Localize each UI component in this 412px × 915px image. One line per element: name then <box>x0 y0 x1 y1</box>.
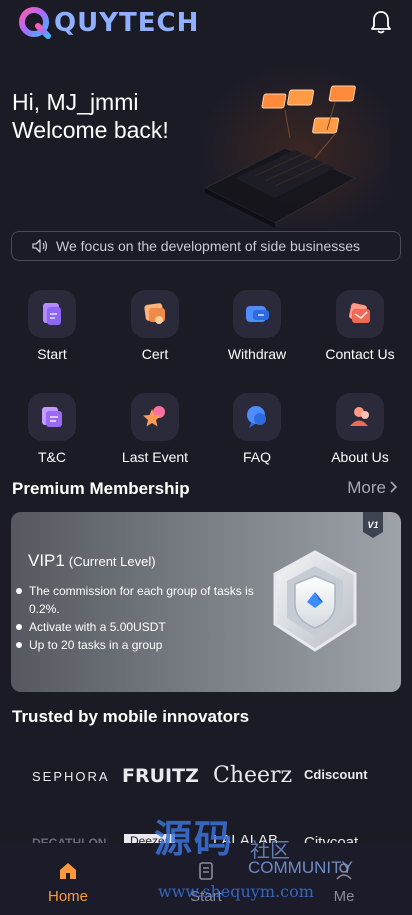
nav-start[interactable]: Start <box>138 843 274 915</box>
more-label: More <box>347 478 386 497</box>
app-header: QUYTECH <box>0 0 412 48</box>
menu-withdraw[interactable]: Withdraw <box>206 290 308 380</box>
bell-icon[interactable] <box>370 10 392 34</box>
menu-about-us[interactable]: About Us <box>309 393 411 483</box>
vip-tag-text: V1 <box>367 520 378 530</box>
people-icon <box>336 393 384 441</box>
brand-logo-fruitz: FRUITZ <box>122 765 199 787</box>
terms-icon <box>28 393 76 441</box>
menu-terms[interactable]: T&C <box>1 393 103 483</box>
brand-logo-cdiscount: Cdiscount <box>304 767 368 782</box>
menu-label: About Us <box>331 449 389 465</box>
nav-label: Me <box>333 888 355 905</box>
vip-name: VIP1 <box>28 551 65 570</box>
menu-label: FAQ <box>242 449 271 465</box>
user-icon <box>336 863 352 880</box>
wallet-icon <box>233 290 281 338</box>
vip-benefits: The commission for each group of tasks i… <box>15 582 255 654</box>
nav-label: Home <box>47 888 88 905</box>
menu-start[interactable]: Start <box>1 290 103 380</box>
chevron-right-icon <box>390 481 398 493</box>
trusted-title: Trusted by mobile innovators <box>12 707 250 726</box>
home-icon <box>60 863 76 879</box>
menu-cert[interactable]: Cert <box>104 290 206 380</box>
nav-home[interactable]: Home <box>0 843 136 915</box>
nav-label: Start <box>190 888 222 905</box>
logo-icon <box>19 7 51 39</box>
hero-banner: Hi, MJ_jmmi Welcome back! <box>0 48 412 228</box>
bottom-nav: Home Start Me <box>0 843 412 915</box>
menu-label: Cert <box>141 346 169 362</box>
menu-label: Last Event <box>121 449 189 465</box>
notice-text: We focus on the development of side busi… <box>56 238 361 254</box>
greeting: Hi, MJ_jmmi Welcome back! <box>12 88 169 144</box>
certificate-icon <box>131 290 179 338</box>
question-icon <box>233 393 281 441</box>
hero-illustration <box>203 85 357 228</box>
menu-label: Withdraw <box>227 346 287 362</box>
menu-faq[interactable]: FAQ <box>206 393 308 483</box>
vip-tag-icon: V1 <box>363 512 383 538</box>
app-screen: QUYTECH Hi, MJ_jmmi Welcome back! We foc… <box>0 0 412 915</box>
speaker-icon <box>32 239 48 253</box>
vip-level: (Current Level) <box>68 554 156 569</box>
vip-benefit: Up to 20 tasks in a group <box>15 636 255 654</box>
brand-logo-cheerz: Cheerz <box>213 763 293 788</box>
premium-title: Premium Membership <box>12 479 190 498</box>
brand-name: QUYTECH <box>54 8 200 38</box>
document-icon <box>199 862 213 880</box>
star-icon <box>131 393 179 441</box>
notice-bar[interactable]: We focus on the development of side busi… <box>11 231 401 261</box>
greeting-name: Hi, MJ_jmmi <box>12 89 139 115</box>
brand-logo: QUYTECH <box>18 6 199 40</box>
menu-label: Start <box>37 346 67 362</box>
vip-card[interactable]: V1 VIP1 (Current Level) The commission fo… <box>11 512 401 692</box>
vip-benefit: Activate with a 5.00USDT <box>15 618 255 636</box>
vip-title: VIP1 (Current Level) <box>28 551 156 571</box>
brand-logo-sephora: SEPHORA <box>32 769 110 784</box>
nav-me[interactable]: Me <box>276 843 412 915</box>
document-icon <box>28 290 76 338</box>
greeting-welcome: Welcome back! <box>12 117 169 143</box>
vip-badge-icon <box>273 550 357 652</box>
vip-benefit: The commission for each group of tasks i… <box>15 582 255 618</box>
more-link[interactable]: More <box>347 478 398 498</box>
mail-icon <box>336 290 384 338</box>
menu-label: Contact Us <box>325 346 395 362</box>
menu-last-event[interactable]: Last Event <box>104 393 206 483</box>
menu-contact-us[interactable]: Contact Us <box>309 290 411 380</box>
menu-label: T&C <box>38 449 66 465</box>
